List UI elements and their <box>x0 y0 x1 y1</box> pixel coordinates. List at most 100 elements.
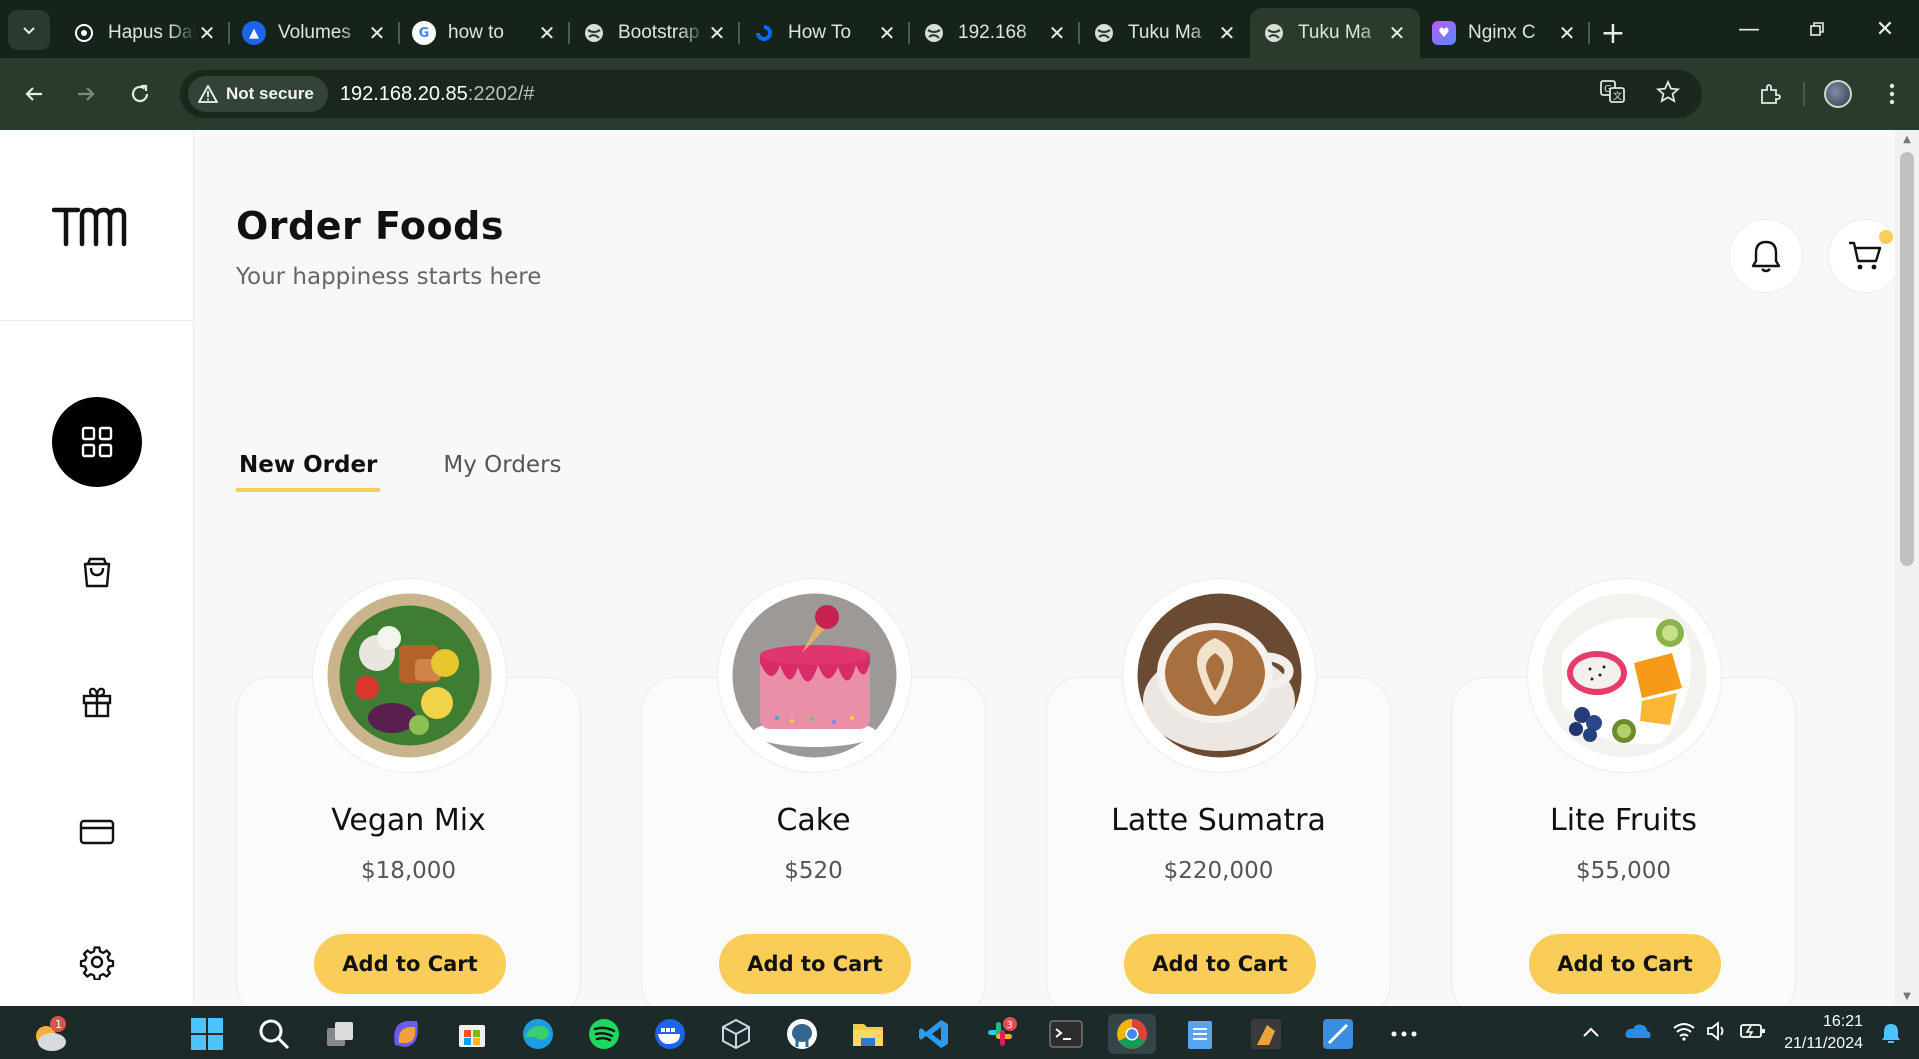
microsoft-store-icon[interactable] <box>452 1014 492 1054</box>
virtualbox-icon[interactable] <box>716 1014 756 1054</box>
scroll-down-arrow-icon[interactable]: ▼ <box>1901 991 1913 1002</box>
product-name: Cake <box>776 803 851 838</box>
wifi-icon[interactable] <box>1672 1021 1696 1045</box>
close-tab-icon[interactable]: ✕ <box>1386 21 1408 45</box>
minimize-icon[interactable]: — <box>1715 0 1783 58</box>
tab-title: Tuku Ma <box>1298 22 1372 43</box>
back-arrow-icon[interactable] <box>12 72 56 116</box>
slack-icon[interactable]: 3 <box>980 1014 1020 1054</box>
close-tab-icon[interactable]: ✕ <box>1046 21 1068 45</box>
tab-new-order[interactable]: New Order <box>236 452 381 492</box>
search-icon[interactable] <box>254 1014 294 1054</box>
order-tabs: New Order My Orders <box>236 452 565 492</box>
scroll-up-arrow-icon[interactable]: ▲ <box>1901 134 1913 145</box>
add-to-cart-button[interactable]: Add to Cart <box>1124 934 1316 994</box>
forward-arrow-icon[interactable] <box>64 72 108 116</box>
windows-start-icon[interactable] <box>187 1014 227 1054</box>
add-to-cart-button[interactable]: Add to Cart <box>1529 934 1721 994</box>
dashboard-grid-icon <box>81 426 113 458</box>
close-tab-icon[interactable]: ✕ <box>706 21 728 45</box>
notepad-icon[interactable] <box>1180 1014 1220 1054</box>
globe-icon <box>582 21 606 45</box>
close-tab-icon[interactable]: ✕ <box>196 21 218 45</box>
weather-widget-icon[interactable]: 1 <box>30 1014 70 1054</box>
tab-my-orders[interactable]: My Orders <box>440 452 564 492</box>
not-secure-chip[interactable]: Not secure <box>188 76 328 112</box>
profile-avatar[interactable] <box>1811 72 1865 116</box>
tab-title: Volumes <box>278 22 351 43</box>
notifications-button[interactable] <box>1729 219 1803 293</box>
edge-browser-icon[interactable] <box>518 1014 558 1054</box>
product-card: Vegan Mix $18,000 Add to Cart <box>236 578 581 1006</box>
close-tab-icon[interactable]: ✕ <box>366 21 388 45</box>
windows-taskbar: 1 3 16:21 21/11/2024 <box>0 1006 1919 1059</box>
product-name: Latte Sumatra <box>1111 803 1326 838</box>
sidebar-item-settings[interactable] <box>52 917 142 1006</box>
url-text[interactable]: 192.168.20.85:2202/# <box>340 83 535 106</box>
url-host: 192.168.20.85 <box>339 82 468 105</box>
add-to-cart-button[interactable]: Add to Cart <box>719 934 911 994</box>
tab-search-button[interactable] <box>8 10 50 50</box>
product-image[interactable] <box>312 578 507 773</box>
reload-icon[interactable] <box>118 72 162 116</box>
scrollbar-thumb[interactable] <box>1900 152 1914 566</box>
paint-drawing-icon[interactable] <box>1318 1014 1358 1054</box>
bookmark-star-icon[interactable] <box>1655 79 1681 108</box>
main-content: Order Foods Your happiness starts here N… <box>194 130 1902 1006</box>
close-tab-icon[interactable]: ✕ <box>536 21 558 45</box>
browser-tab[interactable]: Hapus Data ✕ <box>60 8 230 58</box>
more-apps-icon[interactable] <box>1384 1014 1424 1054</box>
terminal-icon[interactable] <box>1046 1014 1086 1054</box>
logo[interactable]: TM <box>0 130 194 321</box>
vscode-icon[interactable] <box>914 1014 954 1054</box>
browser-tab[interactable]: ♥ Nginx C ✕ <box>1420 8 1590 58</box>
browser-tab[interactable]: G how to ✕ <box>400 8 570 58</box>
settings-gear-icon <box>79 946 115 980</box>
rhino-tool-icon[interactable] <box>1246 1014 1286 1054</box>
pgadmin-elephant-icon[interactable] <box>782 1014 822 1054</box>
file-explorer-icon[interactable] <box>848 1014 888 1054</box>
volume-speaker-icon[interactable] <box>1706 1020 1730 1045</box>
close-window-icon[interactable]: ✕ <box>1851 0 1919 58</box>
browser-tab[interactable]: Bootstrap ✕ <box>570 8 740 58</box>
spotify-icon[interactable] <box>584 1014 624 1054</box>
battery-icon[interactable] <box>1740 1022 1766 1044</box>
tab-title: Hapus Data <box>108 22 196 43</box>
translate-icon[interactable]: G文 <box>1600 80 1626 108</box>
docker-desktop-icon[interactable] <box>650 1014 690 1054</box>
sidebar-item-payments[interactable] <box>52 787 142 877</box>
tab-title: Tuku Ma <box>1128 22 1202 43</box>
onedrive-cloud-icon[interactable] <box>1624 1022 1652 1044</box>
sidebar-item-dashboard[interactable] <box>52 397 142 487</box>
close-tab-icon[interactable]: ✕ <box>876 21 898 45</box>
product-image[interactable] <box>1527 578 1722 773</box>
notification-bell-icon[interactable] <box>1881 1022 1901 1048</box>
globe-icon <box>922 21 946 45</box>
browser-tab[interactable]: 192.168 ✕ <box>910 8 1080 58</box>
close-tab-icon[interactable]: ✕ <box>1216 21 1238 45</box>
extensions-puzzle-icon[interactable] <box>1743 72 1797 116</box>
copilot-icon[interactable] <box>386 1014 426 1054</box>
address-bar[interactable]: Not secure 192.168.20.85:2202/# G文 <box>180 70 1702 118</box>
tray-overflow-chevron-icon[interactable] <box>1582 1023 1600 1042</box>
browser-tab-active[interactable]: Tuku Ma ✕ <box>1250 8 1420 58</box>
browser-tab[interactable]: Tuku Ma ✕ <box>1080 8 1250 58</box>
sidebar-item-orders[interactable] <box>52 527 142 617</box>
chrome-active-icon[interactable] <box>1108 1014 1156 1054</box>
cart-button[interactable] <box>1828 219 1902 293</box>
product-image[interactable] <box>717 578 912 773</box>
credit-card-icon <box>79 819 115 845</box>
task-view-icon[interactable] <box>320 1014 360 1054</box>
product-image[interactable] <box>1122 578 1317 773</box>
browser-tab[interactable]: How To ✕ <box>740 8 910 58</box>
browser-tab[interactable]: ▲ Volumes ✕ <box>230 8 400 58</box>
sidebar-item-rewards[interactable] <box>52 657 142 747</box>
restore-icon[interactable] <box>1783 0 1851 58</box>
new-tab-button[interactable]: + <box>1590 8 1636 58</box>
system-clock[interactable]: 16:21 21/11/2024 <box>1784 1011 1863 1055</box>
warning-triangle-icon <box>198 85 218 103</box>
add-to-cart-button[interactable]: Add to Cart <box>314 934 506 994</box>
close-tab-icon[interactable]: ✕ <box>1556 21 1578 45</box>
browser-menu-icon[interactable] <box>1865 72 1919 116</box>
page-scrollbar[interactable]: ▲ ▼ <box>1895 130 1919 1006</box>
